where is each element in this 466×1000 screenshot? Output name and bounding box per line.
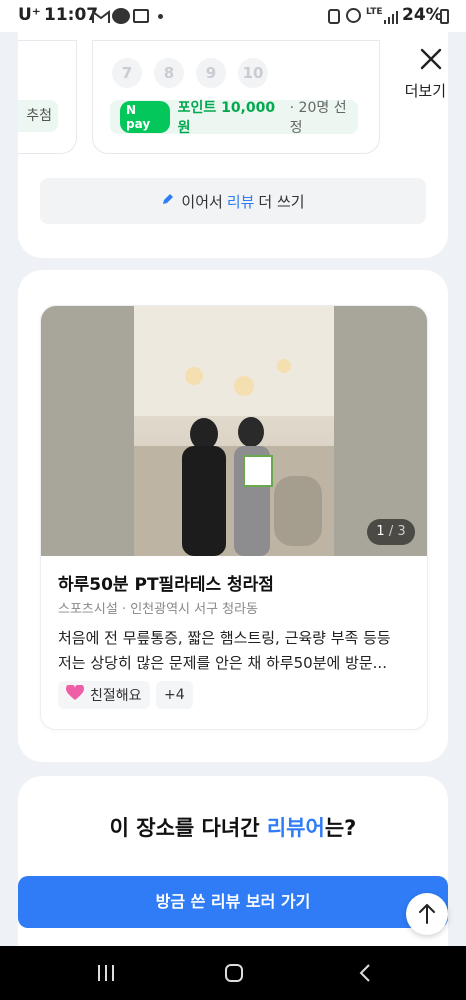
review-tag[interactable]: 친절해요 — [58, 681, 150, 709]
number-row: 7 8 9 10 — [112, 58, 268, 88]
arrow-up-icon — [419, 904, 435, 924]
clock: 11:07 — [44, 5, 99, 25]
news-icon — [133, 9, 149, 23]
view-recent-review-button[interactable]: 방금 쓴 리뷰 보러 가기 — [18, 876, 448, 928]
write-more-suffix: 더 쓰기 — [258, 192, 305, 211]
npay-reward-pill: N pay 포인트 10,000원 · 20명 선정 — [110, 100, 358, 136]
review-place-meta: 스포츠시설 · 인천광역시 서구 청라동 — [58, 602, 259, 617]
review-photo[interactable]: 1 / 3 — [41, 306, 427, 556]
gmail-icon — [92, 9, 110, 28]
review-place-title[interactable]: 하루50분 PT필라테스 청라점 — [58, 570, 274, 595]
write-more-highlight: 리뷰 — [226, 192, 255, 211]
number-chip: 7 — [112, 58, 142, 88]
event-item-left — [18, 40, 77, 154]
heart-icon — [65, 683, 85, 705]
review-tag-label: 친절해요 — [90, 688, 142, 704]
photo-image — [134, 306, 334, 556]
close-icon — [420, 48, 442, 70]
event-left-pill: 추첨 — [18, 100, 58, 132]
photo-page-indicator: 1 / 3 — [367, 519, 415, 545]
more-notifications-icon — [158, 14, 163, 19]
number-chip: 9 — [196, 58, 226, 88]
carrier-label: U⁺ — [18, 5, 41, 25]
write-more-review-button[interactable]: 이어서 리뷰 더 쓰기 — [40, 178, 426, 224]
signal-icon — [384, 9, 398, 28]
battery-icon — [440, 9, 449, 24]
reviewers-section-title: 이 장소를 다녀간 리뷰어는? — [109, 816, 357, 840]
battery-label: 24% — [402, 5, 443, 25]
more-link[interactable]: 더보기 — [405, 80, 446, 101]
number-chip: 8 — [154, 58, 184, 88]
home-button[interactable] — [224, 963, 244, 987]
status-bar: U⁺ 11:07 LTE 24% — [0, 0, 466, 32]
alarm-icon — [346, 8, 361, 23]
write-more-prefix: 이어서 — [181, 192, 223, 211]
talk-icon — [112, 8, 130, 24]
npay-logo: N pay — [120, 101, 170, 133]
review-tag-more[interactable]: +4 — [156, 681, 193, 709]
npay-point: 포인트 10,000원 — [177, 100, 276, 136]
close-button[interactable] — [414, 42, 448, 76]
recent-apps-icon — [98, 965, 114, 981]
home-icon — [225, 964, 243, 982]
npay-winner-count: · 20명 선정 — [289, 100, 347, 136]
back-icon — [359, 964, 370, 982]
review-body-text[interactable]: 처음에 전 무릎통증, 짧은 햄스트링, 근육량 부족 등등 저는 상당히 많은… — [58, 626, 408, 676]
number-chip: 10 — [238, 58, 268, 88]
system-nav-bar — [0, 946, 466, 1000]
back-button[interactable] — [358, 963, 372, 987]
network-label: LTE — [366, 7, 383, 17]
pencil-icon — [161, 192, 175, 210]
recent-apps-button[interactable] — [96, 964, 116, 986]
security-icon — [328, 9, 340, 24]
reviewers-card — [18, 776, 448, 966]
scroll-top-button[interactable] — [406, 893, 448, 935]
